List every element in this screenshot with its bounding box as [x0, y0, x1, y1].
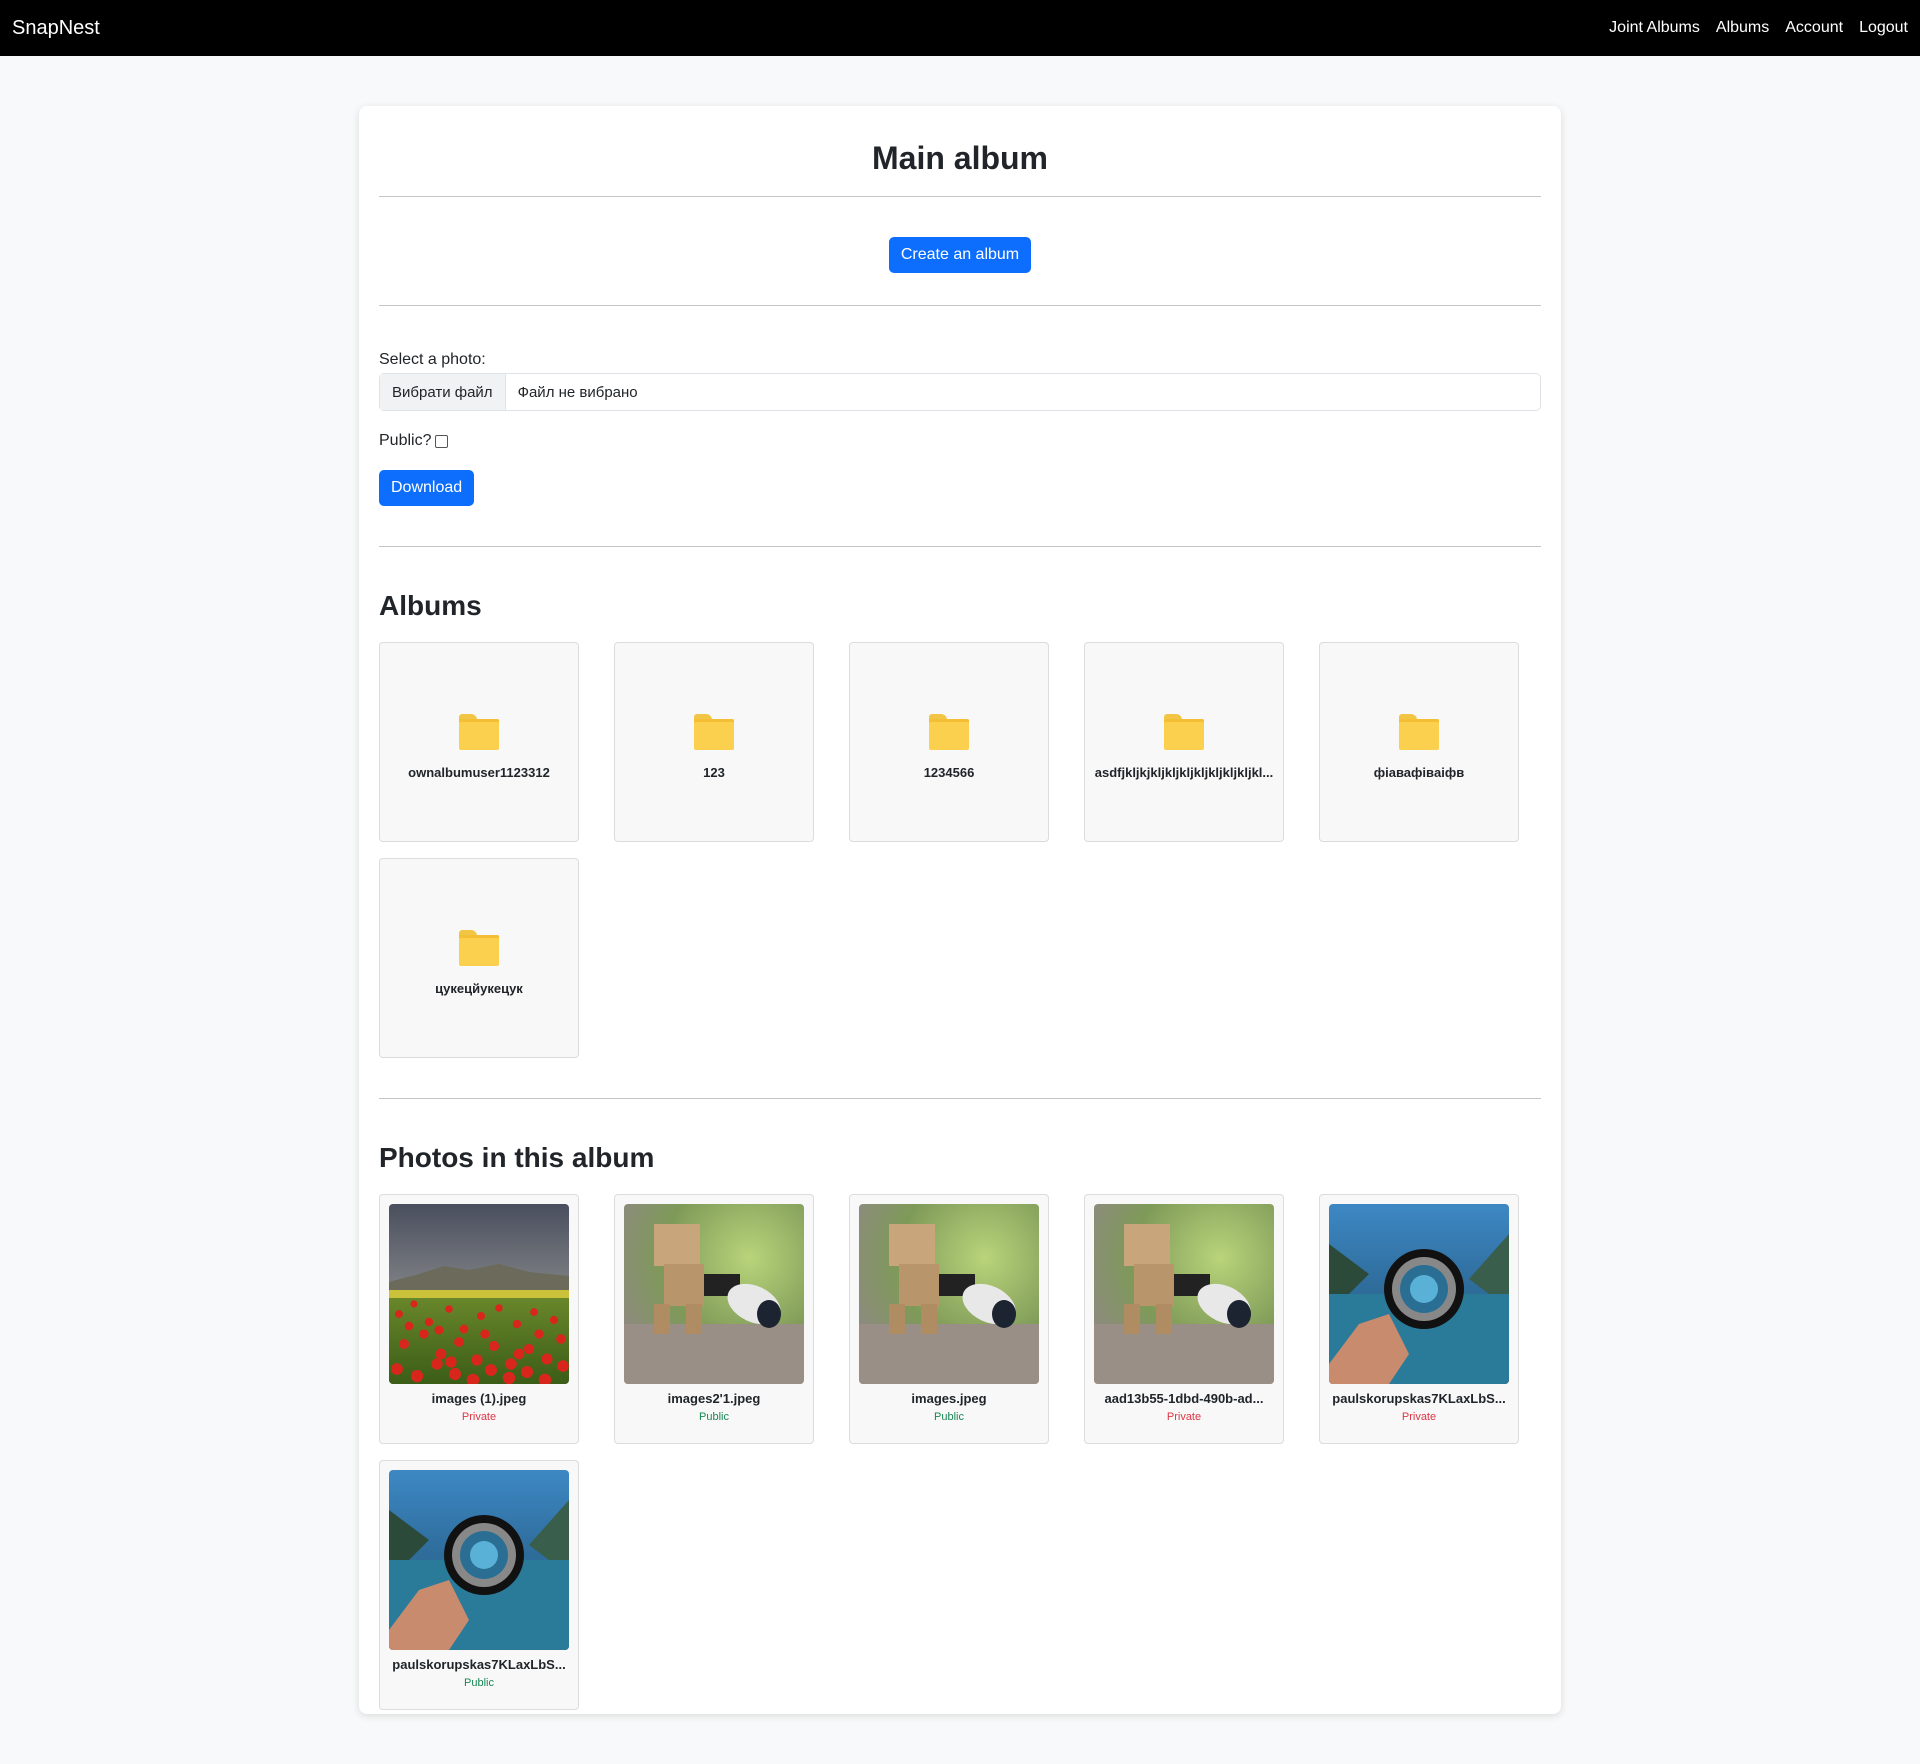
- photo-name: images.jpeg: [911, 1391, 987, 1406]
- album-card[interactable]: ownalbumuser1123312: [379, 642, 579, 842]
- photos-heading: Photos in this album: [379, 1142, 655, 1173]
- album-name: цукецйукецук: [435, 981, 523, 996]
- photo-card[interactable]: paulskorupskas7KLaxLbS... Private: [1319, 1194, 1519, 1444]
- album-card[interactable]: цукецйукецук: [379, 858, 579, 1058]
- photo-status-badge: Public: [934, 1411, 964, 1423]
- folder-icon: [694, 714, 734, 750]
- photo-thumbnail[interactable]: [389, 1204, 569, 1384]
- select-photo-label: Select a photo:: [379, 351, 486, 368]
- album-name: 123: [703, 765, 725, 780]
- folder-icon: [929, 714, 969, 750]
- photo-thumbnail[interactable]: [859, 1204, 1039, 1384]
- album-grid: ownalbumuser1123312 123 1234566 asdfjkljkjk…: [379, 642, 1541, 1058]
- nav-logout[interactable]: Logout: [1859, 19, 1908, 37]
- photo-status-badge: Public: [699, 1411, 729, 1423]
- folder-icon: [459, 714, 499, 750]
- photo-card[interactable]: images (1).jpeg Private: [379, 1194, 579, 1444]
- photo-name: aad13b55-1dbd-490b-ad...: [1104, 1391, 1264, 1406]
- photo-status-badge: Public: [464, 1677, 494, 1689]
- photo-name: paulskorupskas7KLaxLbS...: [1332, 1391, 1506, 1406]
- nav-albums[interactable]: Albums: [1716, 19, 1769, 37]
- photo-card[interactable]: images2'1.jpeg Public: [614, 1194, 814, 1444]
- folder-icon: [1399, 714, 1439, 750]
- folder-icon: [1164, 714, 1204, 750]
- nav-links: Joint Albums Albums Account Logout: [1593, 19, 1908, 37]
- file-input[interactable]: Вибрати файл Файл не вибрано: [379, 373, 1541, 411]
- album-card[interactable]: 1234566: [849, 642, 1049, 842]
- choose-file-button[interactable]: Вибрати файл: [380, 374, 506, 410]
- albums-heading: Albums: [379, 590, 482, 621]
- public-row: Public?: [379, 431, 1541, 451]
- page-title: Main album: [871, 140, 1048, 176]
- photo-status-badge: Private: [1401, 1411, 1437, 1423]
- create-album-button[interactable]: Create an album: [888, 237, 1032, 273]
- nav-joint-albums[interactable]: Joint Albums: [1609, 19, 1700, 37]
- photo-name: paulskorupskas7KLaxLbS...: [392, 1657, 566, 1672]
- navbar: SnapNest Joint Albums Albums Account Log…: [0, 0, 1920, 56]
- photo-name: images (1).jpeg: [431, 1391, 527, 1406]
- photo-card[interactable]: paulskorupskas7KLaxLbS... Public: [379, 1460, 579, 1710]
- album-card[interactable]: asdfjkljkjkljkljkljkljkljkljkljkl...: [1084, 642, 1284, 842]
- nav-account[interactable]: Account: [1785, 19, 1843, 37]
- photo-status-badge: Private: [461, 1411, 497, 1423]
- album-name: 1234566: [923, 765, 975, 780]
- photo-card[interactable]: images.jpeg Public: [849, 1194, 1049, 1444]
- album-name: фіавафівaіфв: [1373, 765, 1465, 780]
- album-name: ownalbumuser1123312: [408, 765, 550, 780]
- photo-thumbnail[interactable]: [389, 1470, 569, 1650]
- album-name: asdfjkljkjkljkljkljkljkljkljkljkl...: [1094, 765, 1274, 780]
- photo-thumbnail[interactable]: [1329, 1204, 1509, 1384]
- brand-logo[interactable]: SnapNest: [12, 17, 100, 40]
- public-label: Public?: [379, 432, 432, 449]
- photo-card[interactable]: aad13b55-1dbd-490b-ad... Private: [1084, 1194, 1284, 1444]
- download-section: Download: [379, 470, 1541, 506]
- divider: [379, 1098, 1541, 1099]
- divider: [379, 546, 1541, 547]
- create-album-section: Create an album: [379, 237, 1541, 273]
- file-status-text: Файл не вибрано: [517, 383, 638, 401]
- album-card[interactable]: фіавафівaіфв: [1319, 642, 1519, 842]
- main-card: Main album Create an album Select a phot…: [359, 106, 1561, 1714]
- upload-form: Select a photo: Вибрати файл Файл не виб…: [379, 350, 1541, 506]
- photo-thumbnail[interactable]: [1094, 1204, 1274, 1384]
- photo-thumbnail[interactable]: [624, 1204, 804, 1384]
- photo-status-badge: Private: [1166, 1411, 1202, 1423]
- download-button[interactable]: Download: [379, 470, 475, 506]
- photo-grid: images (1).jpeg Private images2'1.jpeg Publ…: [379, 1194, 1541, 1710]
- divider: [379, 196, 1541, 197]
- folder-icon: [459, 930, 499, 966]
- album-card[interactable]: 123: [614, 642, 814, 842]
- divider: [379, 305, 1541, 306]
- photo-name: images2'1.jpeg: [667, 1391, 761, 1406]
- public-checkbox[interactable]: [435, 434, 449, 448]
